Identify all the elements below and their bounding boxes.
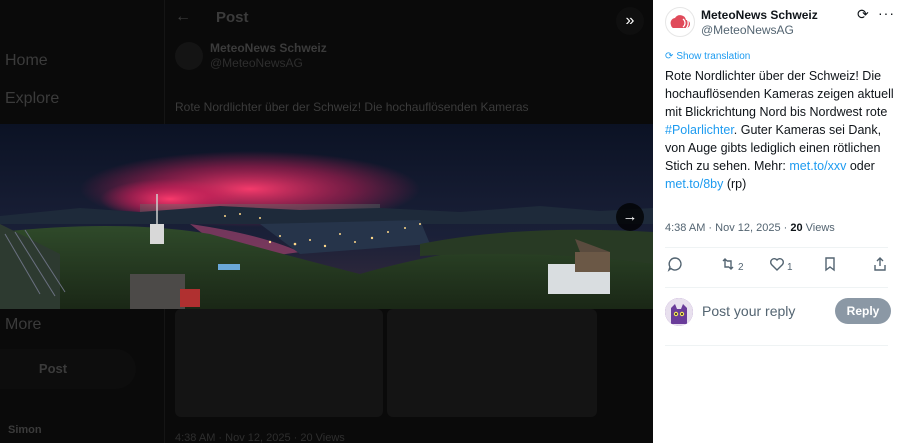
url-link[interactable]: met.to/8by [665, 177, 723, 191]
action-bar: 2 1 [665, 256, 893, 278]
like-button[interactable]: 1 [769, 256, 793, 275]
aurora-photo-image [0, 124, 653, 309]
aurora-photo[interactable] [0, 124, 653, 309]
share-icon[interactable] [872, 256, 888, 275]
author-handle[interactable]: @MeteoNewsAG [701, 23, 794, 37]
background-avatar [175, 42, 203, 70]
like-count: 1 [787, 262, 793, 273]
background-thumbnail [175, 309, 383, 417]
show-translation-link[interactable]: ⟳ Show translation [665, 51, 750, 62]
grok-icon[interactable]: ⟳ [857, 6, 869, 23]
reply-icon[interactable] [667, 256, 683, 275]
tweet-detail-panel: MeteoNews Schweiz @MeteoNewsAG ⟳ ··· ⟳ Sh… [653, 0, 900, 443]
timestamp[interactable]: 4:38 AM · Nov 12, 2025 · [665, 222, 790, 234]
nav-explore: Explore [5, 90, 60, 107]
show-translation-label: Show translation [676, 51, 751, 62]
tweet-meta: 4:38 AM · Nov 12, 2025 · 20 Views [665, 222, 835, 234]
next-image-button[interactable]: → [616, 203, 644, 231]
heart-icon [770, 258, 784, 271]
divider [665, 247, 888, 248]
background-tweet-text: Rote Nordlichter über der Schweiz! Die h… [175, 100, 529, 114]
bookmark-icon[interactable] [822, 256, 838, 275]
author-name[interactable]: MeteoNews Schweiz [701, 8, 818, 22]
reply-input[interactable]: Post your reply [702, 303, 795, 319]
user-avatar [665, 298, 693, 326]
retweet-button[interactable]: 2 [720, 256, 744, 275]
meteonews-logo-icon [670, 15, 690, 30]
collapse-panel-button[interactable]: » [616, 7, 644, 35]
translate-icon: ⟳ [665, 51, 674, 62]
background-timestamp: 4:38 AM · Nov 12, 2025 · 20 Views [175, 432, 345, 443]
nav-more: More [5, 316, 42, 333]
retweet-icon [722, 258, 734, 270]
background-author-name: MeteoNews Schweiz [210, 41, 327, 55]
nav-home: Home [5, 52, 48, 69]
url-link[interactable]: met.to/xxv [789, 159, 846, 173]
views-count: 20 [790, 222, 803, 234]
root: Home Explore More Post ← Post MeteoNews … [0, 0, 900, 443]
reply-button[interactable]: Reply [835, 298, 891, 324]
views-label: Views [802, 222, 835, 234]
tweet-text-part: Rote Nordlichter über der Schweiz! Die h… [665, 69, 894, 119]
sidebar-user-name: Simon [8, 424, 42, 436]
tweet-text: Rote Nordlichter über der Schweiz! Die h… [665, 67, 895, 193]
hashtag-link[interactable]: #Polarlichter [665, 123, 734, 137]
cat-avatar-icon [665, 298, 693, 326]
tweet-text-part: oder [846, 159, 875, 173]
tweet-text-part: (rp) [723, 177, 747, 191]
avatar[interactable] [665, 7, 695, 37]
divider [665, 345, 888, 346]
background-thumbnail [387, 309, 597, 417]
reply-composer: Post your reply Reply [665, 296, 893, 330]
header-title: Post [216, 9, 249, 26]
back-arrow-icon: ← [175, 8, 191, 25]
more-options-icon[interactable]: ··· [878, 5, 895, 21]
divider [665, 287, 888, 288]
sidebar-post-button: Post [0, 349, 136, 389]
retweet-count: 2 [738, 262, 744, 273]
background-author-handle: @MeteoNewsAG [210, 56, 303, 70]
